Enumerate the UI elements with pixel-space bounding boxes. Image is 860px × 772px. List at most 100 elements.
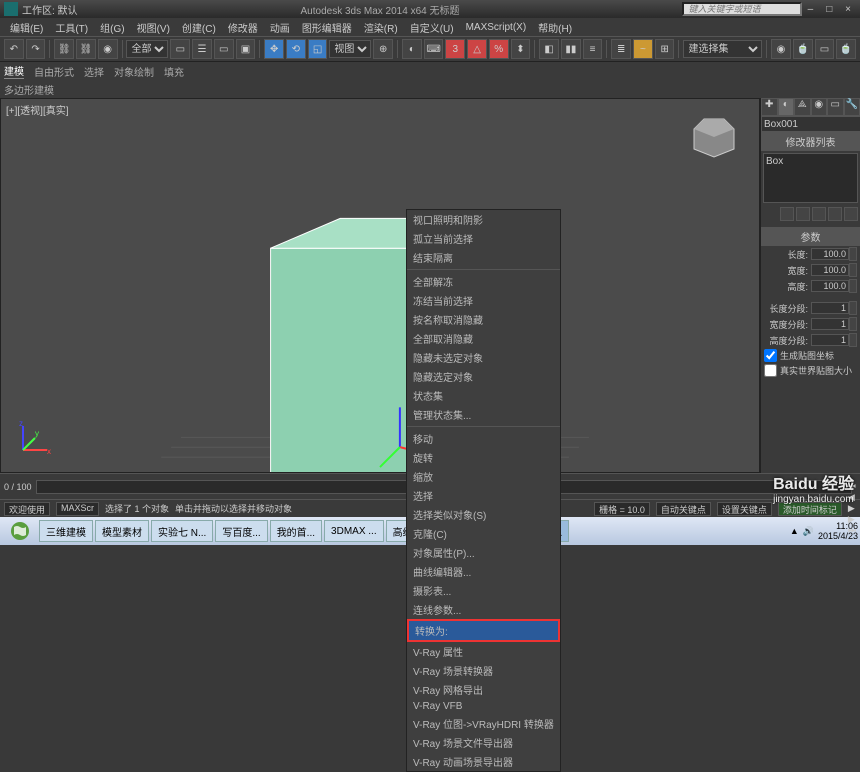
named-selection-dropdown[interactable]: 建选择集	[683, 40, 762, 58]
make-unique-button[interactable]	[812, 207, 826, 221]
ctx-rotate[interactable]: 旋转	[407, 448, 560, 467]
ctx-object-properties[interactable]: 对象属性(P)...	[407, 543, 560, 562]
bind-button[interactable]: ◉	[98, 39, 118, 59]
selection-filter[interactable]: 全部	[126, 40, 168, 58]
ctx-vray-scene-converter[interactable]: V-Ray 场景转换器	[407, 661, 560, 680]
lseg-spinner[interactable]	[849, 301, 857, 315]
material-editor-button[interactable]: ◉	[771, 39, 791, 59]
minimize-button[interactable]: –	[802, 4, 818, 15]
menu-views[interactable]: 视图(V)	[131, 20, 176, 35]
start-button[interactable]	[2, 519, 38, 543]
hierarchy-panel-tab[interactable]: ⟁	[794, 98, 811, 116]
tab-modeling[interactable]: 建模	[4, 63, 24, 79]
ctx-vray-mesh-export[interactable]: V-Ray 网格导出	[407, 680, 560, 699]
ctx-curve-editor[interactable]: 曲线编辑器...	[407, 562, 560, 581]
curve-editor-button[interactable]: ~	[633, 39, 653, 59]
ctx-clone[interactable]: 克隆(C)	[407, 524, 560, 543]
menu-customize[interactable]: 自定义(U)	[404, 20, 460, 35]
mirror-button[interactable]: ▮▮	[561, 39, 581, 59]
schematic-view-button[interactable]: ⊞	[655, 39, 675, 59]
utilities-panel-tab[interactable]: 🔧	[844, 98, 860, 116]
ctx-vray-anim-exporter[interactable]: V-Ray 动画场景导出器	[407, 752, 560, 771]
ref-coord-system[interactable]: 视图	[329, 40, 371, 58]
select-button[interactable]: ▭	[170, 39, 190, 59]
rollout-parameters[interactable]: 参数	[761, 227, 860, 246]
snap-toggle-button[interactable]: 3	[445, 39, 465, 59]
workspace-label[interactable]: 工作区: 默认	[22, 2, 78, 17]
pin-stack-button[interactable]	[780, 207, 794, 221]
link-button[interactable]: ⛓	[54, 39, 74, 59]
select-region-button[interactable]: ▭	[214, 39, 234, 59]
show-end-result-button[interactable]	[796, 207, 810, 221]
ctx-move[interactable]: 移动	[407, 429, 560, 448]
select-manipulate-button[interactable]: ◐	[402, 39, 422, 59]
configure-sets-button[interactable]	[844, 207, 858, 221]
width-spinner[interactable]	[849, 263, 857, 277]
keyboard-shortcut-button[interactable]: ⌨	[424, 39, 444, 59]
angle-snap-button[interactable]: △	[467, 39, 487, 59]
create-panel-tab[interactable]: ✚	[761, 98, 778, 116]
modifier-stack[interactable]: Box	[763, 153, 858, 203]
width-input[interactable]	[811, 264, 849, 276]
ctx-convert-to[interactable]: 转换为:	[407, 619, 560, 642]
gen-uv-checkbox[interactable]	[764, 349, 777, 362]
maxscript-listener[interactable]: MAXScr	[56, 502, 99, 516]
ctx-state-sets[interactable]: 状态集	[407, 386, 560, 405]
wseg-spinner[interactable]	[849, 317, 857, 331]
ctx-dope-sheet[interactable]: 摄影表...	[407, 581, 560, 600]
menu-create[interactable]: 创建(C)	[176, 20, 222, 35]
close-button[interactable]: ×	[840, 4, 856, 15]
tab-selection[interactable]: 选择	[84, 64, 104, 79]
perspective-viewport[interactable]: z x y 视口照明和阴影 孤立当前选择 结束隔离 全部解冻 冻结当前选择 按名…	[0, 98, 760, 473]
ctx-vray-properties[interactable]: V-Ray 属性	[407, 642, 560, 661]
remove-modifier-button[interactable]	[828, 207, 842, 221]
rotate-button[interactable]: ⟲	[286, 39, 306, 59]
ctx-unfreeze-all[interactable]: 全部解冻	[407, 272, 560, 291]
render-frame-button[interactable]: ▭	[815, 39, 835, 59]
hseg-input[interactable]	[811, 334, 849, 346]
menu-rendering[interactable]: 渲染(R)	[358, 20, 404, 35]
menu-tools[interactable]: 工具(T)	[49, 20, 94, 35]
ctx-unhide-all[interactable]: 全部取消隐藏	[407, 329, 560, 348]
ctx-unhide-by-name[interactable]: 按名称取消隐藏	[407, 310, 560, 329]
ctx-select[interactable]: 选择	[407, 486, 560, 505]
named-sel-set-button[interactable]: ◧	[539, 39, 559, 59]
ctx-vray-vfb[interactable]: V-Ray VFB	[407, 699, 560, 714]
help-search-input[interactable]	[682, 2, 802, 16]
spinner-snap-button[interactable]: ⬍	[511, 39, 531, 59]
align-button[interactable]: ≡	[583, 39, 603, 59]
layer-button[interactable]: ≣	[611, 39, 631, 59]
display-panel-tab[interactable]: ▭	[827, 98, 844, 116]
menu-maxscript[interactable]: MAXScript(X)	[460, 22, 533, 33]
ctx-scale[interactable]: 缩放	[407, 467, 560, 486]
menu-group[interactable]: 组(G)	[94, 20, 130, 35]
render-button[interactable]: 🍵	[836, 39, 856, 59]
ctx-viewport-lighting[interactable]: 视口照明和阴影	[407, 210, 560, 229]
pivot-button[interactable]: ⊕	[373, 39, 393, 59]
ctx-wire-parameters[interactable]: 连线参数...	[407, 600, 560, 619]
hseg-spinner[interactable]	[849, 333, 857, 347]
ctx-end-isolate[interactable]: 结束隔离	[407, 248, 560, 267]
menu-edit[interactable]: 编辑(E)	[4, 20, 49, 35]
menu-help[interactable]: 帮助(H)	[532, 20, 578, 35]
tray-icon[interactable]: 🔊	[803, 526, 814, 537]
ctx-freeze-selection[interactable]: 冻结当前选择	[407, 291, 560, 310]
ctx-hide-selection[interactable]: 隐藏选定对象	[407, 367, 560, 386]
auto-key-button[interactable]: 自动关键点	[656, 502, 711, 516]
percent-snap-button[interactable]: %	[489, 39, 509, 59]
lseg-input[interactable]	[811, 302, 849, 314]
real-world-checkbox[interactable]	[764, 364, 777, 377]
height-input[interactable]	[811, 280, 849, 292]
scale-button[interactable]: ◱	[308, 39, 328, 59]
menu-modifiers[interactable]: 修改器	[222, 20, 264, 35]
redo-button[interactable]: ↷	[26, 39, 46, 59]
motion-panel-tab[interactable]: ◉	[811, 98, 828, 116]
menu-graph-editors[interactable]: 图形编辑器	[296, 20, 358, 35]
ctx-isolate-selection[interactable]: 孤立当前选择	[407, 229, 560, 248]
unlink-button[interactable]: ⛓	[76, 39, 96, 59]
modifier-list-label[interactable]: 修改器列表	[761, 132, 860, 151]
viewport-label[interactable]: [+][透视][真实]	[6, 102, 69, 117]
undo-button[interactable]: ↶	[4, 39, 24, 59]
render-setup-button[interactable]: 🍵	[793, 39, 813, 59]
maximize-button[interactable]: □	[821, 4, 837, 15]
